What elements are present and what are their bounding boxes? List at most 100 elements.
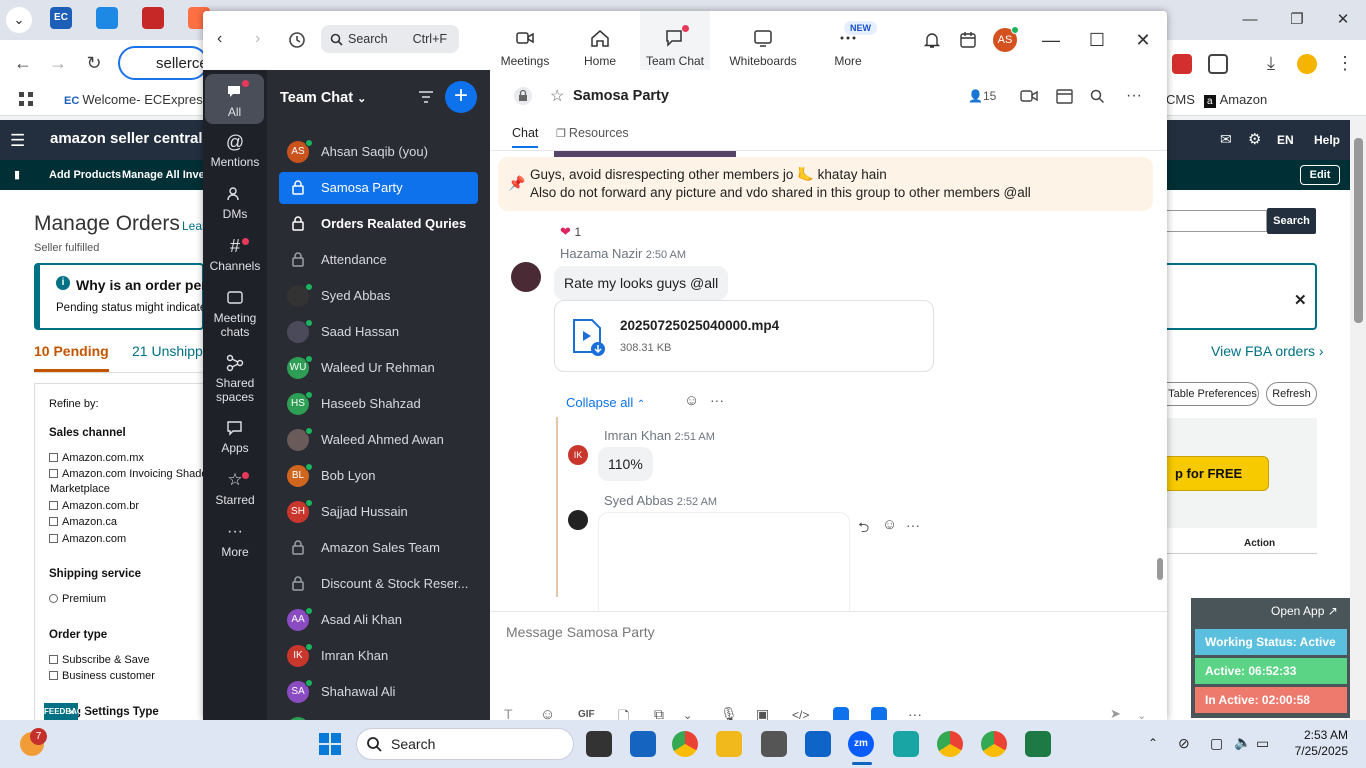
open-app-link[interactable]: Open App ↗ (1271, 604, 1338, 618)
chat-list-title[interactable]: Team Chat ⌄ (280, 90, 366, 106)
pinned-message-banner[interactable]: 📌 Guys, avoid disrespecting other member… (498, 157, 1153, 211)
store-icon[interactable] (630, 731, 656, 757)
app-shortcut-icon[interactable] (833, 707, 849, 720)
feedback-close-icon[interactable]: ✕ (68, 707, 76, 718)
file-icon[interactable]: 🗋 (618, 706, 636, 720)
channel-checkbox[interactable]: Amazon.com.mx (49, 452, 144, 464)
table-preferences-button[interactable]: Table Preferences (1167, 382, 1259, 406)
profile-icon[interactable] (1297, 54, 1317, 74)
help-link[interactable]: Help (1314, 133, 1340, 147)
zoom-maximize-icon[interactable]: ☐ (1082, 25, 1112, 55)
nav-add-products[interactable]: Add Products (49, 169, 121, 181)
order-type-checkbox[interactable]: Business customer (49, 670, 155, 682)
address-bar[interactable]: sellerce (118, 46, 208, 80)
message-bubble[interactable]: Rate my looks guys @all (554, 266, 729, 300)
sidebar-item-meeting-chats[interactable]: Meeting chats (205, 288, 265, 339)
mail-icon[interactable]: ✉ (1220, 131, 1232, 148)
back-icon[interactable]: ← (10, 50, 36, 76)
gif-icon[interactable]: GIF (578, 709, 602, 720)
chat-list-item[interactable]: SH Sajjad Hussain (279, 496, 478, 528)
hamburger-menu-icon[interactable]: ☰ (10, 131, 25, 151)
chat-list-item[interactable]: Waleed Ahmed Awan (279, 424, 478, 456)
refresh-button[interactable]: Refresh (1266, 382, 1317, 406)
channel-checkbox[interactable]: Amazon.com Invoicing Shado (49, 468, 208, 480)
excel-icon[interactable] (1025, 731, 1051, 757)
send-options-chevron-icon[interactable]: ⌄ (1137, 709, 1155, 720)
clock[interactable]: 2:53 AM 7/25/2025 (1288, 728, 1348, 758)
zoom-back-icon[interactable]: ‹ (217, 30, 222, 48)
tray-chevron-icon[interactable]: ⌃ (1148, 736, 1158, 750)
browser-tab-3[interactable] (142, 7, 164, 29)
browser-tab-2[interactable] (96, 7, 118, 29)
restore-icon[interactable]: ❐ (1285, 8, 1309, 32)
apps-grid-icon[interactable] (18, 91, 34, 107)
volume-icon[interactable]: 🔈 (1234, 734, 1251, 751)
screenshot-icon[interactable]: ⧉ (654, 706, 672, 720)
chat-list-item[interactable]: Attendance (279, 244, 478, 276)
microphone-icon[interactable]: 🎙 (720, 706, 738, 720)
chat-options-icon[interactable]: ··· (1126, 87, 1142, 105)
chat-list-item[interactable]: Orders Realated Quries (279, 208, 478, 240)
composer-more-icon[interactable]: ··· (908, 706, 926, 720)
chat-tab-chat[interactable]: Chat (512, 126, 539, 148)
tab-search-button[interactable]: ⌄ (6, 7, 32, 33)
video-message-icon[interactable]: ▣ (756, 706, 774, 720)
sidebar-item-all[interactable]: All (205, 74, 264, 124)
order-search-button[interactable]: Search (1267, 208, 1316, 234)
reload-icon[interactable]: ↻ (81, 50, 107, 76)
chat-list-item[interactable]: Discount & Stock Reser... (279, 568, 478, 600)
battery-icon[interactable]: ▭ (1256, 735, 1269, 752)
chat-list-item[interactable]: SA Shahawal Ali (279, 676, 478, 708)
zoom-minimize-icon[interactable]: — (1036, 25, 1066, 55)
zoom-forward-icon[interactable]: › (255, 30, 260, 48)
channel-checkbox[interactable]: Amazon.com (49, 533, 126, 545)
tab-whiteboards[interactable]: Whiteboards (723, 11, 803, 70)
extensions-icon[interactable] (1208, 54, 1228, 74)
chat-list-item[interactable]: HS Haseeb Shahzad (279, 388, 478, 420)
send-icon[interactable]: ➤ (1110, 706, 1128, 720)
zoom-search-bar[interactable]: Search Ctrl+F (321, 25, 459, 53)
new-chat-button[interactable]: + (445, 81, 477, 113)
reply-media-placeholder[interactable] (598, 512, 850, 612)
chat-title[interactable]: Samosa Party (573, 88, 669, 104)
view-fba-orders-link[interactable]: View FBA orders › (1211, 343, 1324, 359)
sidebar-item-starred[interactable]: ☆ Starred (205, 470, 265, 507)
edit-nav-button[interactable]: Edit (1300, 165, 1340, 185)
chat-list-item[interactable]: IK Imran Khan (279, 640, 478, 672)
chat-list-item[interactable]: Amazon Sales Team (279, 532, 478, 564)
bookmark-cms[interactable]: CMS (1166, 92, 1195, 107)
add-reaction-icon[interactable]: ☺ (882, 516, 897, 533)
channel-checkbox[interactable]: Amazon.com.br (49, 500, 139, 512)
order-type-checkbox[interactable]: Subscribe & Save (49, 654, 149, 666)
reply-bubble[interactable]: 110% (598, 447, 653, 481)
tab-home[interactable]: Home (572, 11, 628, 70)
bookmark-icon[interactable]: ▮ (14, 168, 20, 181)
schedule-calendar-icon[interactable] (1056, 88, 1073, 104)
chat-search-icon[interactable] (1090, 89, 1105, 104)
sidebar-item-apps[interactable]: Apps (205, 418, 265, 455)
notifications-bell-icon[interactable] (923, 31, 941, 49)
sender-avatar[interactable] (511, 262, 541, 292)
message-composer[interactable]: Message Samosa Party T ☺ GIF 🗋 ⧉ ⌄ 🎙 ▣ <… (490, 611, 1167, 720)
tab-team-chat[interactable]: Team Chat (640, 11, 710, 70)
chat-scroll-thumb[interactable] (1157, 558, 1163, 580)
chat-tab-resources[interactable]: ❐ Resources (556, 126, 629, 140)
windows-start-icon[interactable] (318, 732, 342, 756)
member-count[interactable]: 👤15 (968, 89, 996, 103)
code-snippet-icon[interactable]: </> (792, 708, 810, 720)
chat-scrollbar[interactable] (1156, 160, 1164, 610)
chevron-down-icon[interactable]: ⌄ (683, 709, 701, 720)
video-call-icon[interactable] (1020, 89, 1038, 103)
network-icon[interactable]: ⊘ (1178, 735, 1190, 752)
sidebar-item-dms[interactable]: DMs (205, 184, 265, 221)
file-attachment[interactable]: 20250725025040000.mp4 308.31 KB (554, 300, 934, 372)
calendar-icon[interactable] (959, 31, 977, 49)
alert-close-icon[interactable]: ✕ (1294, 291, 1307, 309)
taskbar-search[interactable]: Search (356, 728, 574, 760)
add-reaction-icon[interactable]: ☺ (684, 392, 699, 409)
emoji-icon[interactable]: ☺ (540, 706, 558, 720)
outlook-icon[interactable] (805, 731, 831, 757)
chrome-profile-icon[interactable] (937, 731, 963, 757)
app-shortcut-icon[interactable] (871, 707, 887, 720)
reply-avatar[interactable] (568, 510, 588, 530)
